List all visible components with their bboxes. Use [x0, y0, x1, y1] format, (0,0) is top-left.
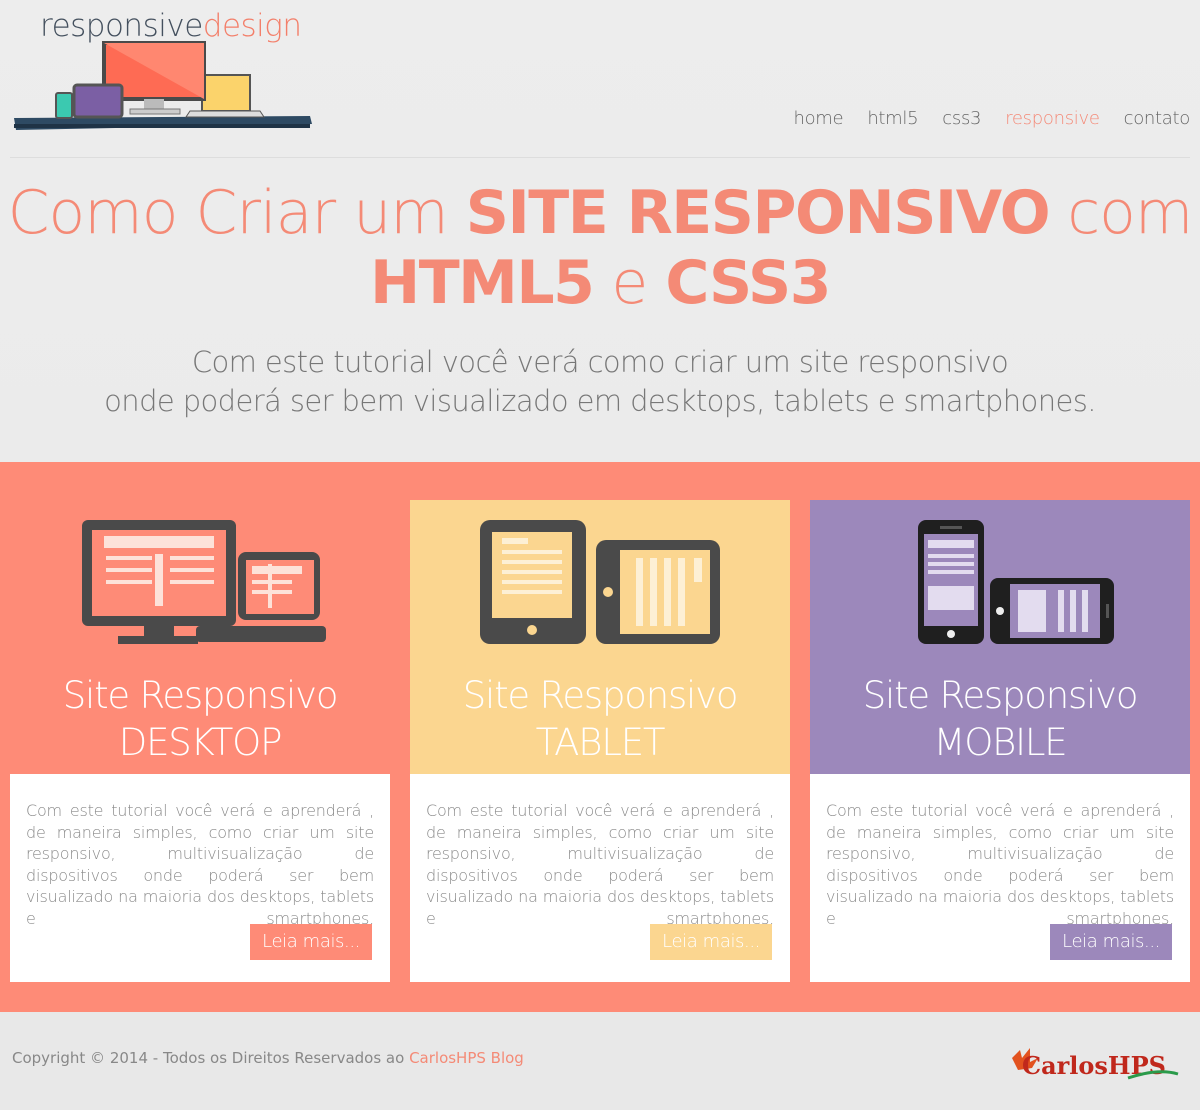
nav-html5[interactable]: html5 [867, 108, 918, 129]
card-text: Com este tutorial você verá e aprenderá … [26, 801, 374, 928]
card-title: Site Responsivo TABLET [410, 672, 790, 766]
nav-css3[interactable]: css3 [942, 108, 981, 129]
site-logo[interactable]: responsivedesign [10, 8, 320, 133]
card-mobile: Site Responsivo MOBILE Com este tutorial… [810, 500, 1190, 982]
card-title-line2: DESKTOP [118, 721, 283, 764]
card-text: Com este tutorial você verá e aprenderá … [826, 801, 1174, 928]
card-tablet: Site Responsivo TABLET Com este tutorial… [410, 500, 790, 982]
card-header: Site Responsivo TABLET [410, 500, 790, 774]
hero-title-part: com [1049, 178, 1193, 248]
tablet-illustration-icon [480, 520, 720, 644]
blog-link[interactable]: CarlosHPS Blog [409, 1049, 524, 1067]
read-more-button[interactable]: Leia mais... [1050, 924, 1172, 960]
card-header: Site Responsivo DESKTOP [10, 500, 390, 774]
desktop-illustration-icon [82, 520, 326, 644]
copyright-text: Copyright © 2014 - Todos os Direitos Res… [12, 1049, 410, 1067]
nav-responsive[interactable]: responsive [1005, 108, 1100, 129]
card-title-line1: Site Responsivo [462, 674, 739, 717]
card-body: Com este tutorial você verá e aprenderá … [10, 774, 390, 982]
main-nav: home html5 css3 responsive contato [769, 108, 1190, 129]
brand-logo[interactable]: CarlosHPS [1008, 1040, 1188, 1084]
hero-subtitle-line: onde poderá ser bem visualizado em deskt… [104, 384, 1096, 418]
card-text: Com este tutorial você verá e aprenderá … [426, 801, 774, 928]
header-divider [10, 157, 1190, 158]
brand-text: CarlosHPS [1022, 1051, 1166, 1080]
hero-subtitle: Com este tutorial você verá como criar u… [0, 343, 1200, 421]
card-header: Site Responsivo MOBILE [810, 500, 1190, 774]
hero-title-part: e [593, 248, 666, 318]
card-title-line2: MOBILE [933, 721, 1068, 764]
logo-devices-icon [14, 41, 312, 130]
card-body: Com este tutorial você verá e aprenderá … [810, 774, 1190, 982]
nav-home[interactable]: home [793, 108, 843, 129]
nav-contato[interactable]: contato [1124, 108, 1191, 129]
card-desktop: Site Responsivo DESKTOP Com este tutoria… [10, 500, 390, 982]
page: responsivedesign home html5 css3 respons… [0, 0, 1200, 1110]
read-more-button[interactable]: Leia mais... [650, 924, 772, 960]
hero-title: Como Criar um SITE RESPONSIVO com HTML5 … [0, 178, 1200, 318]
features-band: Site Responsivo DESKTOP Com este tutoria… [0, 462, 1200, 1012]
hero-subtitle-line: Com este tutorial você verá como criar u… [191, 345, 1009, 379]
card-title-line1: Site Responsivo [862, 674, 1139, 717]
card-title: Site Responsivo MOBILE [810, 672, 1190, 766]
hero-title-part: Como Criar um [7, 178, 466, 248]
footer-copyright: Copyright © 2014 - Todos os Direitos Res… [12, 1049, 524, 1067]
card-title-line2: TABLET [535, 721, 666, 764]
card-title-line1: Site Responsivo [62, 674, 339, 717]
hero-title-strong: HTML5 [369, 248, 595, 318]
read-more-button[interactable]: Leia mais... [250, 924, 372, 960]
mobile-illustration-icon [918, 520, 1114, 644]
brand-logo-icon: CarlosHPS [1012, 1048, 1179, 1080]
hero-title-strong: CSS3 [665, 248, 831, 318]
hero-title-strong: SITE RESPONSIVO [465, 178, 1051, 248]
card-title: Site Responsivo DESKTOP [10, 672, 390, 766]
card-body: Com este tutorial você verá e aprenderá … [410, 774, 790, 982]
